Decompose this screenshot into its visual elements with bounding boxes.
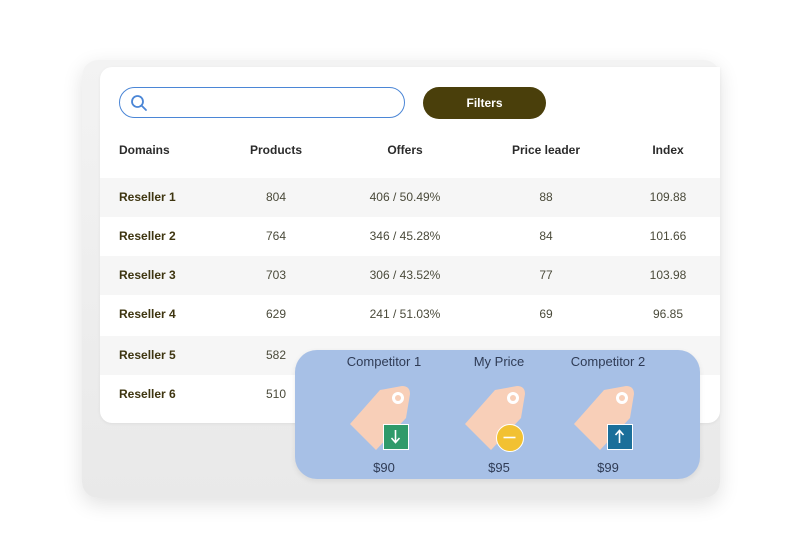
header-index[interactable]: Index xyxy=(630,143,706,157)
cell-domain: Reseller 1 xyxy=(119,190,176,204)
search-icon xyxy=(131,95,147,111)
cell-price-leader: 69 xyxy=(539,307,553,321)
cell-offers: 241 / 51.03% xyxy=(369,307,441,321)
cell-index: 101.66 xyxy=(649,229,687,243)
cell-domain: Reseller 5 xyxy=(119,348,176,362)
cell-index: 103.98 xyxy=(649,268,687,282)
comparison-label: Competitor 2 xyxy=(570,354,646,369)
comparison-price: $95 xyxy=(488,460,510,475)
filters-button[interactable]: Filters xyxy=(423,87,546,119)
cell-domain: Reseller 4 xyxy=(119,307,176,321)
comparison-item-competitor-1[interactable]: Competitor 1 $90 xyxy=(324,350,444,479)
comparison-item-competitor-2[interactable]: Competitor 2 $99 xyxy=(548,350,668,479)
cell-offers: 306 / 43.52% xyxy=(369,268,441,282)
cell-domain: Reseller 2 xyxy=(119,229,176,243)
search-box[interactable] xyxy=(119,87,405,118)
cell-index: 96.85 xyxy=(652,307,684,321)
cell-domain: Reseller 6 xyxy=(119,387,176,401)
cell-price-leader: 77 xyxy=(539,268,553,282)
cell-offers: 346 / 45.28% xyxy=(369,229,441,243)
header-domains[interactable]: Domains xyxy=(119,143,170,157)
cell-products: 629 xyxy=(265,307,287,321)
comparison-label: My Price xyxy=(473,354,525,369)
cell-price-leader: 84 xyxy=(539,229,553,243)
equal-icon xyxy=(496,424,524,452)
comparison-label: Competitor 1 xyxy=(346,354,422,369)
cell-products: 703 xyxy=(265,268,287,282)
cell-offers: 406 / 50.49% xyxy=(369,190,441,204)
search-input[interactable] xyxy=(156,92,400,114)
comparison-item-my-price[interactable]: My Price $95 xyxy=(439,350,559,479)
table-row[interactable]: Reseller 2 764 346 / 45.28% 84 101.66 xyxy=(100,217,720,256)
cell-index: 109.88 xyxy=(649,190,687,204)
table-header: Domains Products Offers Price leader Ind… xyxy=(100,143,720,167)
header-price-leader[interactable]: Price leader xyxy=(486,143,606,157)
table-row[interactable]: Reseller 4 629 241 / 51.03% 69 96.85 xyxy=(100,295,720,334)
price-comparison-popup: Competitor 1 $90 My Price $95 Competitor… xyxy=(295,350,700,479)
table-row[interactable]: Reseller 1 804 406 / 50.49% 88 109.88 xyxy=(100,178,720,217)
arrow-up-icon xyxy=(607,424,633,450)
cell-products: 804 xyxy=(265,190,287,204)
cell-price-leader: 88 xyxy=(539,190,553,204)
cell-domain: Reseller 3 xyxy=(119,268,176,282)
arrow-down-icon xyxy=(383,424,409,450)
cell-products: 764 xyxy=(265,229,287,243)
comparison-price: $99 xyxy=(597,460,619,475)
header-products[interactable]: Products xyxy=(226,143,326,157)
comparison-price: $90 xyxy=(373,460,395,475)
header-offers[interactable]: Offers xyxy=(350,143,460,157)
table-row[interactable]: Reseller 3 703 306 / 43.52% 77 103.98 xyxy=(100,256,720,295)
